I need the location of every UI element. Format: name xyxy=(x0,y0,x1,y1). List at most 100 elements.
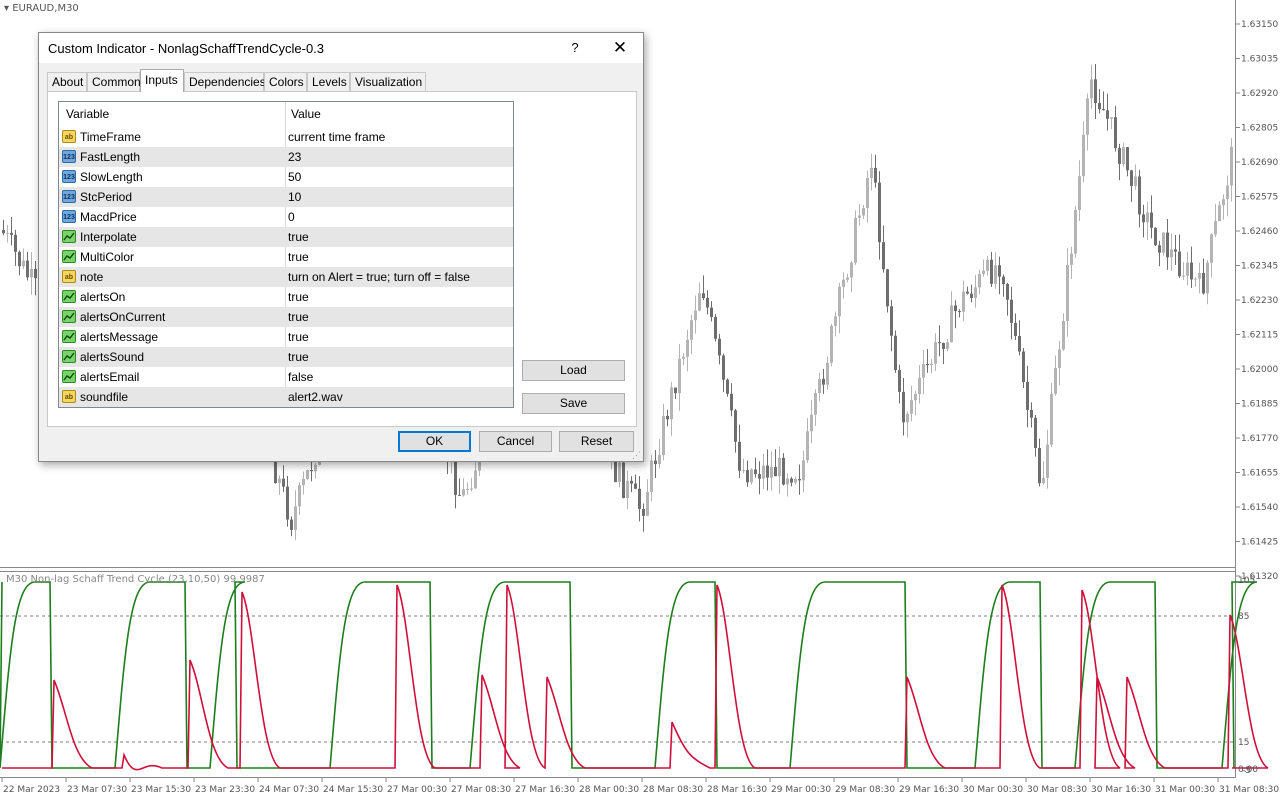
candle-body xyxy=(1054,367,1057,394)
indicator-tick-label: -5 xyxy=(1242,766,1251,776)
tab-dependencies[interactable]: Dependencies xyxy=(184,72,266,91)
close-button[interactable]: ✕ xyxy=(605,36,635,60)
save-button[interactable]: Save xyxy=(522,393,625,414)
candle-body xyxy=(278,478,281,484)
int-icon: 123 xyxy=(62,150,76,163)
variable-value[interactable]: current time frame xyxy=(288,130,385,144)
input-row-fastlength[interactable]: 123 FastLength 23 xyxy=(59,147,513,167)
input-row-alertsmessage[interactable]: alertsMessage true xyxy=(59,327,513,347)
candle-body xyxy=(1086,98,1089,135)
price-tick-label: 1.62230 xyxy=(1241,296,1278,306)
input-row-alertson[interactable]: alertsOn true xyxy=(59,287,513,307)
input-row-interpolate[interactable]: Interpolate true xyxy=(59,227,513,247)
variable-name: MacdPrice xyxy=(80,210,137,224)
tab-visualization[interactable]: Visualization xyxy=(350,72,426,91)
candle-body xyxy=(314,464,317,472)
inputs-table: Variable Value ab TimeFrame current time f… xyxy=(58,101,514,408)
variable-name: soundfile xyxy=(80,390,129,404)
variable-value[interactable]: 23 xyxy=(288,150,301,164)
candle-body xyxy=(686,339,689,357)
int-icon: 123 xyxy=(62,210,76,223)
variable-value[interactable]: 0 xyxy=(288,210,295,224)
time-tick-label: 28 Mar 16:30 xyxy=(707,785,767,795)
variable-value[interactable]: turn on Alert = true; turn off = false xyxy=(288,270,470,284)
tab-common[interactable]: Common xyxy=(87,72,141,91)
candle-body xyxy=(706,298,709,308)
tab-inputs[interactable]: Inputs xyxy=(140,69,184,92)
help-button[interactable]: ? xyxy=(561,38,589,58)
candle-body xyxy=(286,486,289,520)
candle-body xyxy=(1002,276,1005,284)
variable-value[interactable]: true xyxy=(288,230,309,244)
variable-value[interactable]: true xyxy=(288,310,309,324)
candle-body xyxy=(990,259,993,284)
price-axis: 1.63150 1.63035 1.62920 1.62805 1.62690 1.625… xyxy=(1236,20,1278,582)
candle-body xyxy=(630,480,633,484)
candle-body xyxy=(770,466,773,478)
candle-body xyxy=(1022,351,1025,383)
cancel-button[interactable]: Cancel xyxy=(479,431,552,452)
dialog-titlebar[interactable]: Custom Indicator - NonlagSchaffTrendCycl… xyxy=(39,33,643,63)
variable-value[interactable]: true xyxy=(288,250,309,264)
candle-body xyxy=(870,167,873,179)
candle-body xyxy=(462,489,465,496)
resize-grip-icon[interactable]: ⋰ xyxy=(632,451,641,460)
input-row-note[interactable]: ab note turn on Alert = true; turn off = f… xyxy=(59,267,513,287)
tab-about[interactable]: About xyxy=(47,72,87,91)
candle-body xyxy=(806,431,809,461)
collapse-triangle-icon[interactable]: ▾ xyxy=(4,3,9,14)
bool-icon xyxy=(62,250,76,263)
variable-value[interactable]: true xyxy=(288,350,309,364)
input-row-alertssound[interactable]: alertsSound true xyxy=(59,347,513,367)
variable-name: alertsOn xyxy=(80,290,126,304)
input-row-multicolor[interactable]: MultiColor true xyxy=(59,247,513,267)
candle-body xyxy=(998,265,1001,277)
candle-body xyxy=(1198,272,1201,279)
ok-button[interactable]: OK xyxy=(398,431,471,452)
candle-body xyxy=(938,342,941,344)
price-tick-label: 1.62575 xyxy=(1241,193,1278,203)
candle-body xyxy=(1114,117,1117,149)
candle-body xyxy=(974,287,977,299)
candle-body xyxy=(1222,199,1225,206)
int-icon: 123 xyxy=(62,170,76,183)
time-tick-label: 30 Mar 00:30 xyxy=(963,785,1023,795)
input-row-stcperiod[interactable]: 123 StcPeriod 10 xyxy=(59,187,513,207)
variable-value[interactable]: true xyxy=(288,290,309,304)
candle-body xyxy=(710,307,713,317)
reset-button[interactable]: Reset xyxy=(559,431,634,452)
candle-body xyxy=(954,305,957,312)
variable-value[interactable]: alert2.wav xyxy=(288,390,343,404)
candle-body xyxy=(1190,262,1193,280)
candle-body xyxy=(798,478,801,481)
candle-body xyxy=(638,488,641,509)
input-row-macdprice[interactable]: 123 MacdPrice 0 xyxy=(59,207,513,227)
load-button[interactable]: Load xyxy=(522,360,625,381)
variable-value[interactable]: true xyxy=(288,330,309,344)
column-header-variable[interactable]: Variable xyxy=(66,107,109,121)
tab-colors[interactable]: Colors xyxy=(264,72,307,91)
candle-body xyxy=(650,460,653,492)
candle-body xyxy=(1182,275,1185,277)
candle-body xyxy=(814,393,817,415)
candle-body xyxy=(854,217,857,263)
input-row-slowlength[interactable]: 123 SlowLength 50 xyxy=(59,167,513,187)
variable-value[interactable]: 50 xyxy=(288,170,301,184)
variable-value[interactable]: 10 xyxy=(288,190,301,204)
candle-body xyxy=(1082,134,1085,177)
column-header-value[interactable]: Value xyxy=(291,107,321,121)
candle-body xyxy=(646,491,649,516)
candle-body xyxy=(1170,249,1173,258)
input-row-alertsemail[interactable]: alertsEmail false xyxy=(59,367,513,387)
time-tick-label: 29 Mar 00:30 xyxy=(771,785,831,795)
candle-body xyxy=(1006,283,1009,300)
candle-body xyxy=(1210,234,1213,263)
input-row-alertsoncurrent[interactable]: alertsOnCurrent true xyxy=(59,307,513,327)
input-row-soundfile[interactable]: ab soundfile alert2.wav xyxy=(59,387,513,407)
tab-levels[interactable]: Levels xyxy=(307,72,350,91)
variable-value[interactable]: false xyxy=(288,370,313,384)
candle-body xyxy=(282,478,285,487)
input-row-timeframe[interactable]: ab TimeFrame current time frame xyxy=(59,127,513,147)
time-tick-label: 27 Mar 00:30 xyxy=(387,785,447,795)
bool-icon xyxy=(62,290,76,303)
